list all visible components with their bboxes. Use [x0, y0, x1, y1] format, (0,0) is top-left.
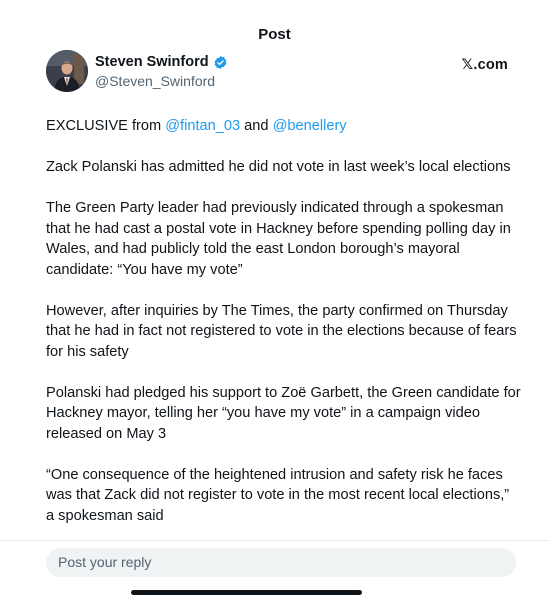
- avatar[interactable]: [46, 50, 88, 92]
- post-paragraph: The Green Party leader had previously in…: [46, 200, 511, 278]
- page-title: Post: [258, 26, 291, 43]
- person-photo-icon: [46, 50, 88, 92]
- verified-badge-icon: [213, 55, 228, 70]
- mention-link-benellery[interactable]: @benellery: [273, 118, 347, 134]
- post-paragraph: “One consequence of the heightened intru…: [46, 466, 510, 524]
- divider: [0, 540, 549, 541]
- post-paragraph: Zack Polanski has admitted he did not vo…: [46, 159, 511, 175]
- intro-joiner: and: [240, 118, 273, 134]
- intro-prefix: EXCLUSIVE from: [46, 118, 166, 134]
- post-paragraph: Polanski had pledged his support to Zoë …: [46, 384, 521, 442]
- mention-link-fintan[interactable]: @fintan_03: [165, 118, 240, 134]
- post-paragraph: However, after inquiries by The Times, t…: [46, 302, 517, 360]
- source-label[interactable]: 𝕏.com: [461, 57, 508, 73]
- home-indicator[interactable]: [131, 590, 362, 595]
- reply-input[interactable]: Post your reply: [46, 548, 516, 577]
- reply-placeholder: Post your reply: [58, 554, 152, 570]
- intro-paragraph: EXCLUSIVE from @fintan_03 and @benellery: [46, 116, 521, 137]
- author-handle[interactable]: @Steven_Swinford: [95, 72, 228, 90]
- post-body: EXCLUSIVE from @fintan_03 and @benellery…: [46, 116, 521, 547]
- author-display-name[interactable]: Steven Swinford: [95, 54, 209, 71]
- post-author: Steven Swinford @Steven_Swinford 𝕏.com: [46, 50, 516, 98]
